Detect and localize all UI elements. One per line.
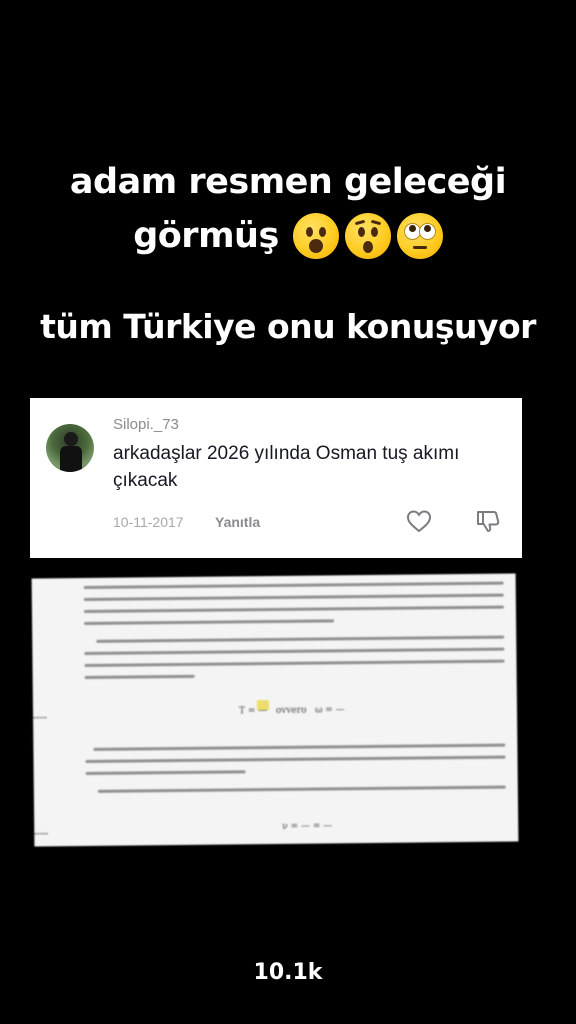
caption-line-1: adam resmen geleceği [69, 162, 507, 202]
textbook-page-photo: ····· T = — ovvero ω = — ····· ν = — = — [31, 573, 519, 847]
thumbs-down-icon[interactable] [475, 508, 501, 534]
caption-line-2-text: görmüş [133, 216, 279, 256]
avatar[interactable] [46, 424, 94, 472]
emoji-group [292, 213, 443, 259]
face-with-rolling-eyes-emoji [396, 213, 443, 259]
comment-card: Silopi._73 arkadaşlar 2026 yılında Osman… [30, 398, 522, 558]
comment-username[interactable]: Silopi._73 [113, 416, 179, 433]
caption-line-2: görmüş [0, 208, 576, 264]
view-count: 10.1k [253, 960, 323, 985]
comment-text: arkadaşlar 2026 yılında Osman tuş akımı … [113, 443, 460, 491]
reply-button[interactable]: Yanıtla [215, 514, 260, 530]
face-with-open-mouth-emoji [292, 213, 339, 259]
caption-line-3: tüm Türkiye onu konuşuyor [40, 307, 536, 346]
comment-date: 10-11-2017 [113, 514, 184, 530]
heart-icon[interactable] [406, 509, 432, 533]
hushed-face-emoji [344, 213, 391, 259]
